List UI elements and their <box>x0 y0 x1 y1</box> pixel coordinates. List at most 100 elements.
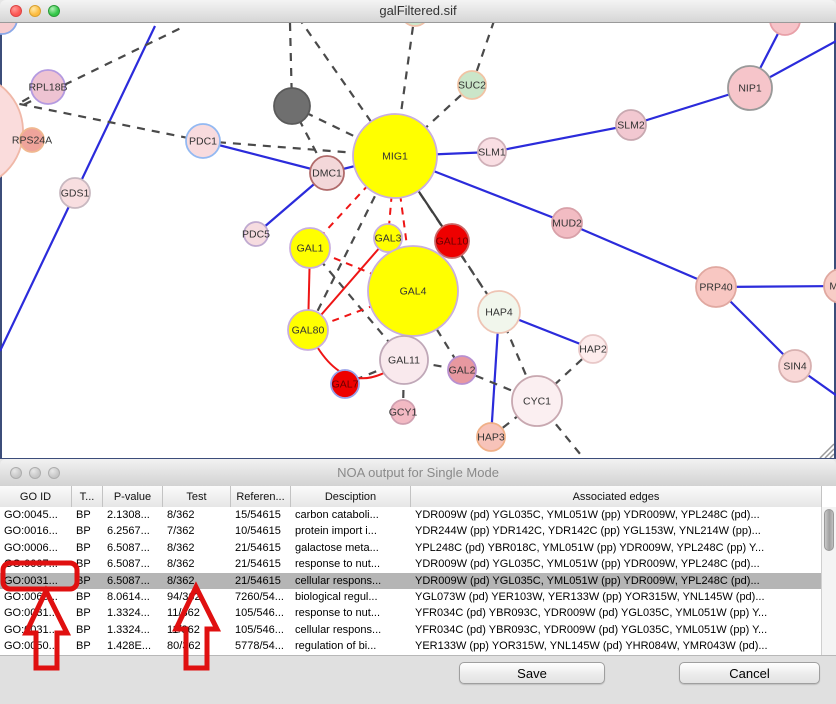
node-label-MSN: MSN <box>829 281 836 293</box>
cell: BP <box>72 523 103 539</box>
node-label-DMC1: DMC1 <box>312 168 342 180</box>
save-button[interactable]: Save <box>459 662 605 684</box>
cell: BP <box>72 507 103 523</box>
node-label-RPS24A: RPS24A <box>12 135 52 147</box>
node-label-PRP40: PRP40 <box>699 282 732 294</box>
node-label-SLM1: SLM1 <box>478 147 506 159</box>
cell: BP <box>72 589 103 605</box>
node-unlabeled[interactable] <box>0 23 17 34</box>
cell: 1.3324... <box>103 605 163 621</box>
table-row[interactable]: GO:0006...BP6.5087...8/36221/54615galact… <box>0 540 822 556</box>
node-unlabeled[interactable] <box>401 23 429 26</box>
cell: 8/362 <box>163 556 231 572</box>
cell: GO:0007... <box>0 556 72 572</box>
cell: 10/54615 <box>231 523 291 539</box>
column-header-4[interactable]: Referen... <box>231 486 291 507</box>
noa-output-window: NOA output for Single Mode GO IDT...P-va… <box>0 459 836 704</box>
table-row[interactable]: GO:0065...BP8.0614...94/3627260/54...bio… <box>0 589 822 605</box>
node-label-GAL80: GAL80 <box>292 325 325 337</box>
cell: 21/54615 <box>231 540 291 556</box>
column-header-2[interactable]: P-value <box>103 486 163 507</box>
edge-blue[interactable] <box>567 223 716 287</box>
cell: 6.2567... <box>103 523 163 539</box>
edge-dashed[interactable] <box>0 26 185 131</box>
cell: cellular respons... <box>291 573 411 589</box>
results-table: GO IDT...P-valueTestReferen...Desciption… <box>0 486 836 655</box>
column-header-5[interactable]: Desciption <box>291 486 411 507</box>
scrollbar-thumb[interactable] <box>824 509 834 551</box>
table-row[interactable]: GO:0045...BP2.1308...8/36215/54615carbon… <box>0 507 822 523</box>
cell: YER133W (pp) YOR315W, YNL145W (pd) YHR08… <box>411 638 822 654</box>
table-row[interactable]: GO:0031...BP1.3324...11/362105/546...cel… <box>0 622 822 638</box>
node-unlabeled[interactable] <box>274 88 310 124</box>
node-unlabeled[interactable] <box>770 23 800 35</box>
edge-blue[interactable] <box>492 125 631 152</box>
cell: GO:0031... <box>0 622 72 638</box>
cell: YPL248C (pd) YBR018C, YML051W (pp) YDR00… <box>411 540 822 556</box>
cell: 7260/54... <box>231 589 291 605</box>
cell: 11/362 <box>163 622 231 638</box>
cell: 5778/54... <box>231 638 291 654</box>
noa-window-titlebar[interactable]: NOA output for Single Mode <box>0 459 836 487</box>
node-label-MUD2: MUD2 <box>552 218 582 230</box>
cell: 1.3324... <box>103 622 163 638</box>
cell: YGL073W (pd) YER103W, YER133W (pp) YOR31… <box>411 589 822 605</box>
node-label-SUC2: SUC2 <box>458 80 486 92</box>
node-label-GAL10: GAL10 <box>436 236 469 248</box>
network-window-titlebar[interactable]: galFiltered.sif <box>0 0 836 23</box>
column-header-1[interactable]: T... <box>72 486 103 507</box>
cell: GO:0006... <box>0 540 72 556</box>
network-canvas[interactable]: RPL18BRPS24AGDS1PDC1DMC1MIG1SUC2SLM1SLM2… <box>0 23 836 459</box>
cell: BP <box>72 638 103 654</box>
node-label-RPL18B: RPL18B <box>28 82 67 94</box>
table-row[interactable]: GO:0031...BP6.5087...8/36221/54615cellul… <box>0 573 822 589</box>
cell: 105/546... <box>231 605 291 621</box>
cell: 15/54615 <box>231 507 291 523</box>
table-header-row: GO IDT...P-valueTestReferen...Desciption… <box>0 486 822 508</box>
cell: GO:0050... <box>0 638 72 654</box>
table-body: GO:0045...BP2.1308...8/36215/54615carbon… <box>0 507 822 655</box>
cell: 8/362 <box>163 540 231 556</box>
vertical-scrollbar[interactable] <box>821 507 836 655</box>
cell: response to nut... <box>291 556 411 572</box>
node-unlabeled[interactable] <box>0 74 23 188</box>
cell: YDR009W (pd) YGL035C, YML051W (pp) YDR00… <box>411 507 822 523</box>
node-label-CYC1: CYC1 <box>523 396 551 408</box>
table-row[interactable]: GO:0050...BP1.428E...80/3625778/54...reg… <box>0 638 822 654</box>
cancel-button[interactable]: Cancel <box>679 662 820 684</box>
resize-grip-icon[interactable] <box>816 442 834 458</box>
cell: GO:0016... <box>0 523 72 539</box>
cell: BP <box>72 573 103 589</box>
network-window: galFiltered.sif RPL18BRPS24AGDS1PDC1DMC1… <box>0 0 836 459</box>
node-label-PDC5: PDC5 <box>242 229 270 241</box>
node-label-HAP4: HAP4 <box>485 307 513 319</box>
cell: 8/362 <box>163 573 231 589</box>
node-label-SIN4: SIN4 <box>783 361 807 373</box>
node-label-GAL3: GAL3 <box>375 233 402 245</box>
cell: regulation of bi... <box>291 638 411 654</box>
cell: 21/54615 <box>231 556 291 572</box>
cell: 2.1308... <box>103 507 163 523</box>
cell: carbon cataboli... <box>291 507 411 523</box>
cell: GO:0065... <box>0 589 72 605</box>
column-header-6[interactable]: Associated edges <box>411 486 822 507</box>
network-graph: RPL18BRPS24AGDS1PDC1DMC1MIG1SUC2SLM1SLM2… <box>0 23 836 459</box>
node-label-GDS1: GDS1 <box>61 188 90 200</box>
node-label-GAL4: GAL4 <box>400 286 427 298</box>
table-row[interactable]: GO:0031...BP1.3324...11/362105/546...res… <box>0 605 822 621</box>
cell: GO:0045... <box>0 507 72 523</box>
cell: 6.5087... <box>103 556 163 572</box>
cell: 8.0614... <box>103 589 163 605</box>
column-header-3[interactable]: Test <box>163 486 231 507</box>
table-row[interactable]: GO:0016...BP6.2567...7/36210/54615protei… <box>0 523 822 539</box>
table-row[interactable]: GO:0007...BP6.5087...8/36221/54615respon… <box>0 556 822 572</box>
window-title: galFiltered.sif <box>0 3 836 18</box>
node-label-GAL2: GAL2 <box>449 365 476 377</box>
cell: 80/362 <box>163 638 231 654</box>
node-label-GAL1: GAL1 <box>297 243 324 255</box>
cell: YFR034C (pd) YBR093C, YDR009W (pd) YGL03… <box>411 622 822 638</box>
cell: 6.5087... <box>103 573 163 589</box>
column-header-0[interactable]: GO ID <box>0 486 72 507</box>
node-label-GCY1: GCY1 <box>389 407 418 419</box>
cell: galactose meta... <box>291 540 411 556</box>
